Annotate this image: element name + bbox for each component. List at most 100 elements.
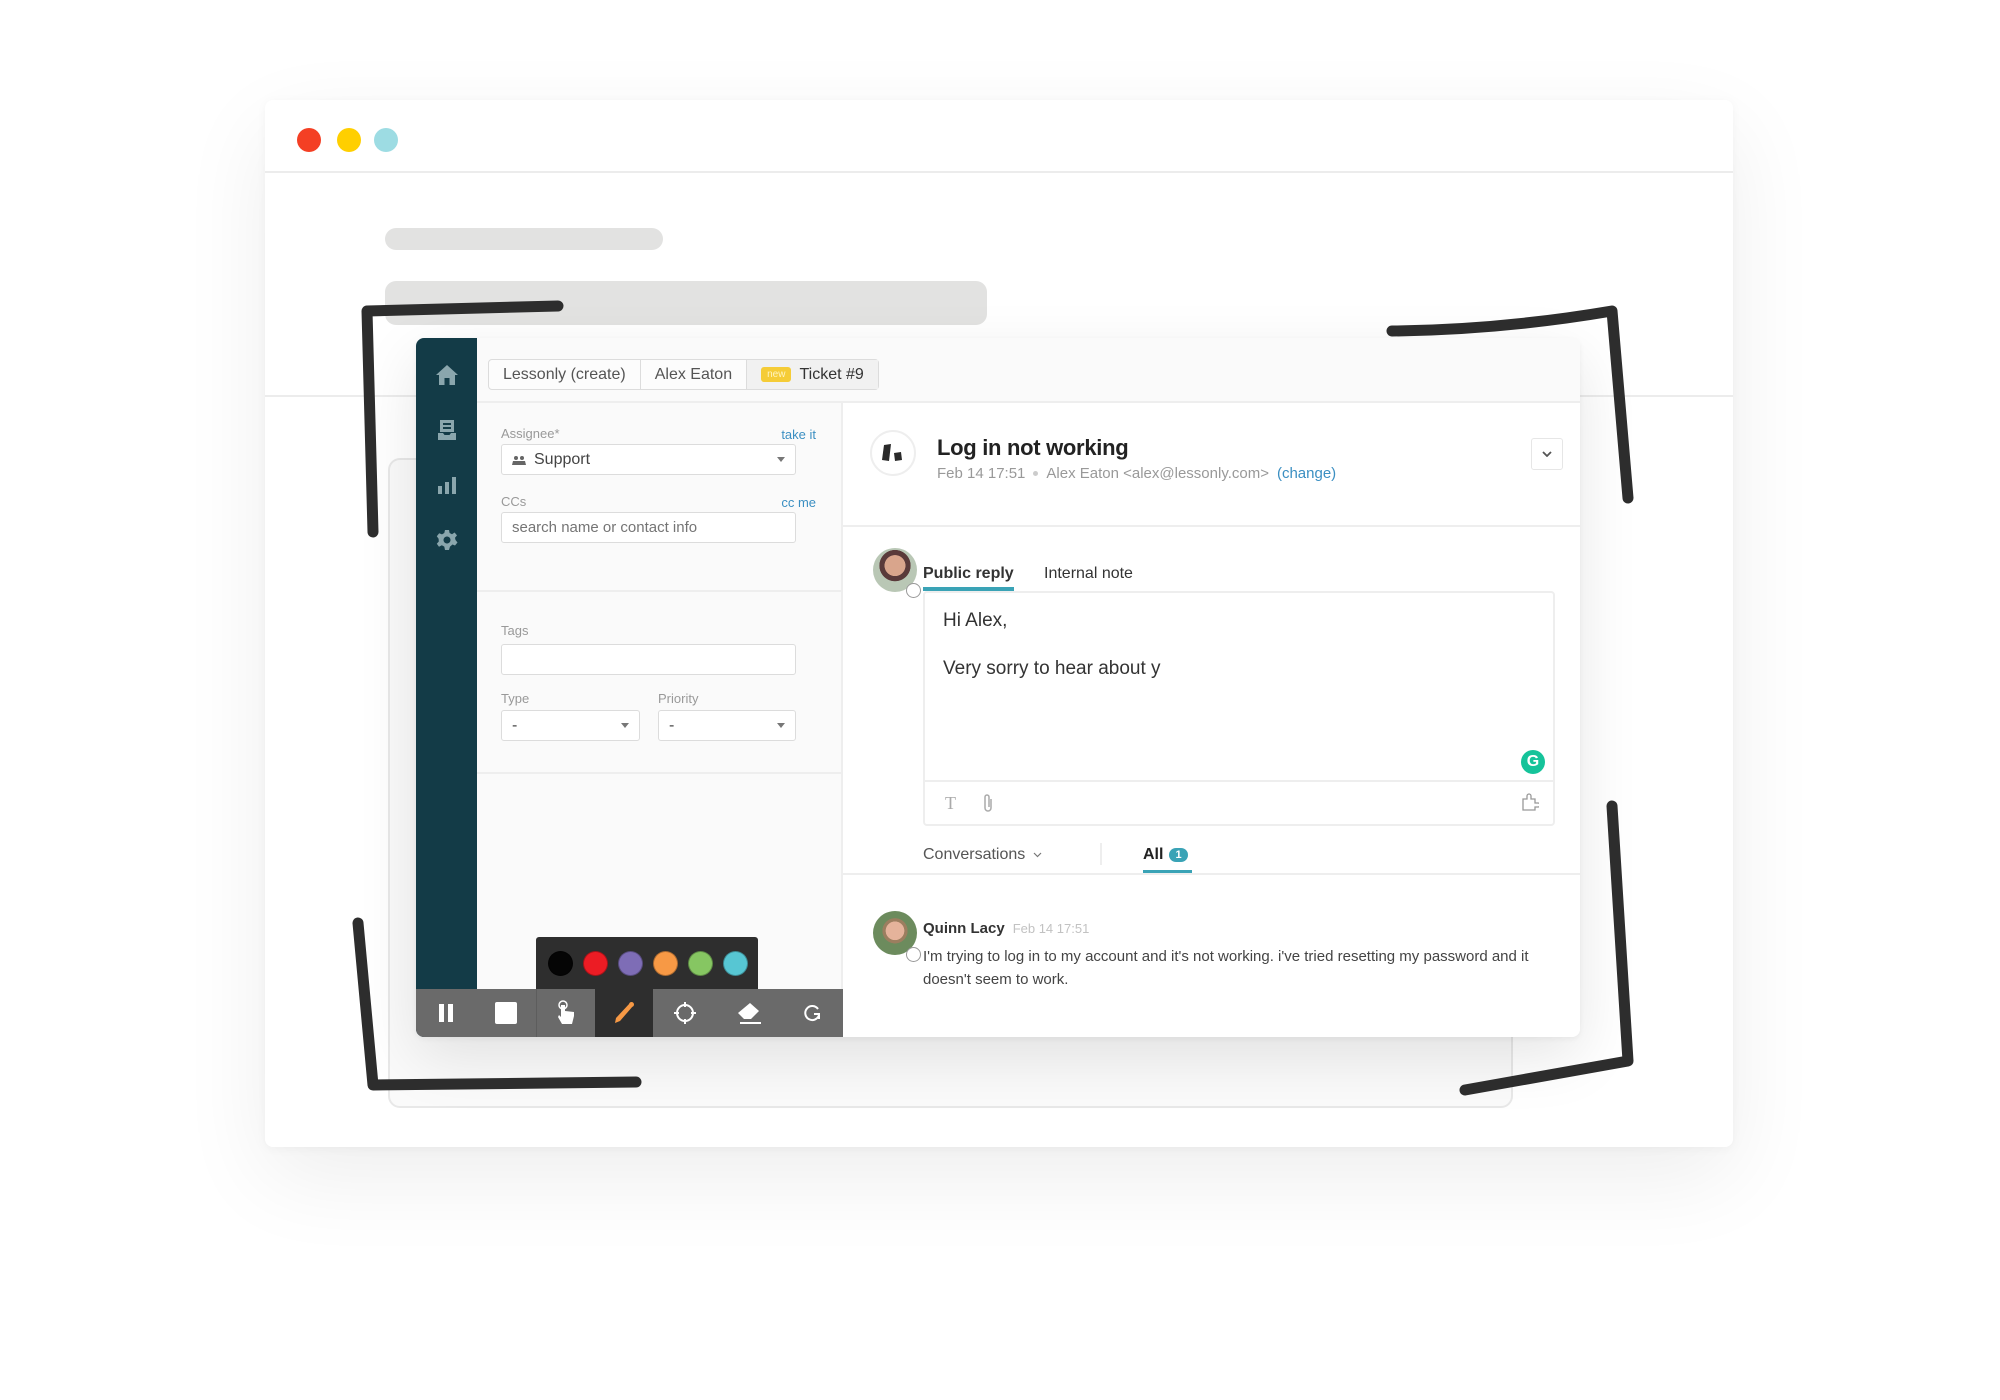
breadcrumb-organization-label: Lessonly (create): [503, 365, 626, 383]
tags-input[interactable]: [501, 644, 796, 675]
brand-avatar: [870, 430, 916, 476]
crosshair-icon: [674, 1002, 696, 1024]
message-header: Quinn Lacy Feb 14 17:51: [923, 920, 1089, 937]
section-divider: [477, 772, 841, 774]
header-divider: [843, 525, 1580, 527]
apps-puzzle-icon[interactable]: [1521, 793, 1539, 811]
color-swatch-orange[interactable]: [653, 950, 678, 976]
assignee-label: Assignee*: [501, 426, 560, 441]
helpdesk-app: Lessonly (create) Alex Eaton new Ticket …: [416, 338, 1580, 1037]
assignee-select[interactable]: Support: [501, 444, 796, 475]
placeholder-bar-subtitle: [385, 281, 987, 325]
inbox-icon: [437, 420, 456, 440]
breadcrumb-ticket-label: Ticket #9: [799, 365, 864, 383]
annotation-toolbar: [416, 989, 843, 1037]
redo-button[interactable]: [781, 989, 843, 1037]
text-format-icon[interactable]: T: [945, 793, 956, 814]
type-select[interactable]: -: [501, 710, 640, 741]
separator-dot: [1033, 471, 1039, 476]
stop-icon: [495, 1002, 517, 1024]
color-swatch-red[interactable]: [583, 950, 608, 976]
pointer-tool-button[interactable]: [537, 989, 595, 1037]
pause-button[interactable]: [416, 989, 476, 1037]
color-swatch-cyan[interactable]: [723, 950, 748, 976]
assignee-value: Support: [534, 450, 591, 468]
ticket-title: Log in not working: [937, 435, 1129, 460]
ticket-meta: Feb 14 17:51 Alex Eaton <alex@lessonly.c…: [937, 465, 1336, 482]
agent-role-icon: [906, 583, 921, 598]
priority-label: Priority: [658, 691, 699, 706]
app-header: Lessonly (create) Alex Eaton new Ticket …: [477, 338, 1580, 403]
color-swatch-green[interactable]: [688, 950, 713, 976]
ccs-input[interactable]: [501, 512, 796, 543]
chevron-down-icon: [1033, 852, 1042, 858]
minimize-window-button[interactable]: [337, 128, 361, 152]
message-time: Feb 14 17:51: [1012, 921, 1090, 936]
conversations-filter[interactable]: Conversations: [923, 846, 1042, 864]
sidebar-item-home[interactable]: [416, 355, 477, 395]
home-icon: [435, 365, 458, 385]
redo-icon: [804, 1005, 820, 1022]
tab-all-label: All: [1143, 846, 1164, 863]
take-it-link[interactable]: take it: [781, 427, 816, 442]
crosshair-tool-button[interactable]: [653, 989, 717, 1037]
ccs-label: CCs: [501, 494, 527, 509]
tab-public-reply[interactable]: Public reply: [923, 565, 1014, 583]
bar-chart-icon: [437, 477, 456, 494]
breadcrumb: Lessonly (create) Alex Eaton new Ticket …: [488, 359, 879, 390]
color-swatch-black[interactable]: [548, 950, 573, 976]
color-palette: [536, 937, 758, 989]
titlebar-divider: [265, 171, 1733, 173]
breadcrumb-organization[interactable]: Lessonly (create): [489, 360, 641, 389]
editor-toolbar-divider: [925, 780, 1553, 782]
reply-line-1: Hi Alex,: [943, 610, 1008, 631]
change-requester-link[interactable]: (change): [1277, 465, 1336, 482]
conversations-filter-label: Conversations: [923, 846, 1026, 863]
priority-value: -: [669, 716, 675, 734]
ticket-actions-button[interactable]: [1531, 438, 1563, 470]
type-label: Type: [501, 691, 530, 706]
placeholder-bar-title: [385, 228, 663, 250]
sidebar-item-views[interactable]: [416, 410, 477, 450]
type-value: -: [512, 716, 518, 734]
chevron-down-icon: [777, 723, 785, 728]
conversation-divider: [843, 873, 1580, 875]
breadcrumb-user-label: Alex Eaton: [654, 365, 733, 383]
priority-select[interactable]: -: [658, 710, 796, 741]
pen-tool-button[interactable]: [595, 989, 653, 1037]
message-body: I'm trying to log in to my account and i…: [923, 948, 1529, 988]
status-badge: new: [761, 367, 792, 382]
count-badge: 1: [1169, 848, 1188, 862]
reply-editor[interactable]: Hi Alex, Very sorry to hear about y G T: [923, 591, 1555, 826]
eraser-tool-button[interactable]: [717, 989, 781, 1037]
chevron-down-icon: [1542, 451, 1552, 457]
sidebar: [416, 338, 477, 1037]
chevron-down-icon: [777, 457, 785, 462]
hand-pointer-icon: [558, 1000, 574, 1024]
maximize-window-button[interactable]: [374, 128, 398, 152]
stop-button[interactable]: [476, 989, 537, 1037]
tab-internal-note[interactable]: Internal note: [1044, 565, 1133, 583]
pause-icon: [439, 1004, 453, 1022]
color-swatch-purple[interactable]: [618, 950, 643, 976]
section-divider: [477, 590, 841, 592]
customer-role-icon: [906, 947, 921, 962]
grammarly-icon[interactable]: G: [1521, 750, 1545, 774]
breadcrumb-ticket[interactable]: new Ticket #9: [747, 360, 878, 389]
ticket-requester: Alex Eaton <alex@lessonly.com>: [1046, 465, 1269, 482]
attachment-icon[interactable]: [982, 793, 994, 813]
tab-all[interactable]: All 1: [1143, 846, 1188, 864]
sidebar-item-admin[interactable]: [416, 520, 477, 560]
breadcrumb-user[interactable]: Alex Eaton: [641, 360, 748, 389]
eraser-icon: [738, 1003, 761, 1024]
pen-icon: [615, 1002, 634, 1023]
ticket-main: Log in not working Feb 14 17:51 Alex Eat…: [843, 403, 1580, 1037]
chevron-down-icon: [621, 723, 629, 728]
cc-me-link[interactable]: cc me: [781, 495, 816, 510]
reply-line-2: Very sorry to hear about y: [943, 658, 1161, 679]
close-window-button[interactable]: [297, 128, 321, 152]
sidebar-item-reporting[interactable]: [416, 465, 477, 505]
gear-icon: [436, 530, 457, 550]
filter-divider: [1100, 843, 1102, 865]
group-icon: [512, 455, 526, 465]
